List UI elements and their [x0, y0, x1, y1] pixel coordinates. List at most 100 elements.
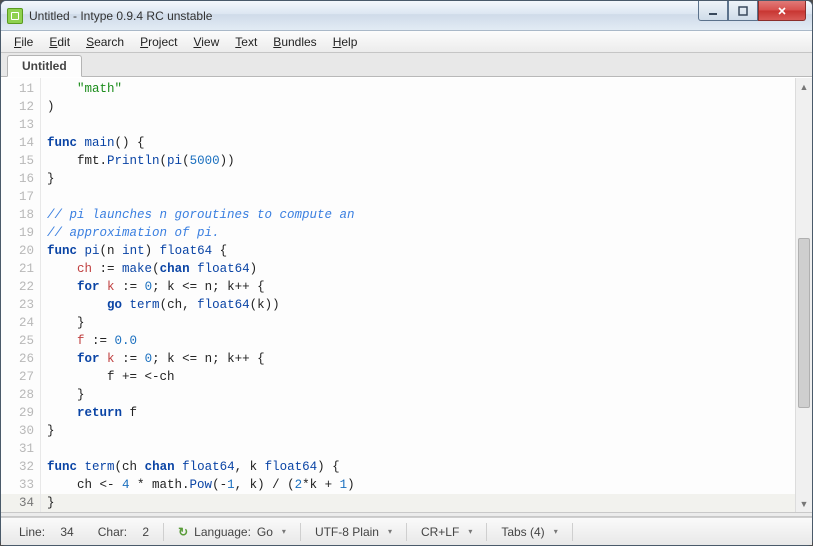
line-number: 34 [1, 494, 40, 512]
status-lang-value: Go [257, 525, 273, 539]
menu-bundles[interactable]: Bundles [266, 33, 323, 51]
app-icon [7, 8, 23, 24]
menu-file[interactable]: File [7, 33, 40, 51]
status-separator [300, 523, 301, 541]
line-number: 27 [1, 368, 34, 386]
code-line[interactable]: } [47, 422, 795, 440]
line-number: 33 [1, 476, 34, 494]
dropdown-icon: ▾ [554, 527, 558, 536]
app-window: Untitled - Intype 0.9.4 RC unstable File… [0, 0, 813, 546]
code-area[interactable]: "math") func main() { fmt.Println(pi(500… [41, 78, 795, 512]
menu-help[interactable]: Help [326, 33, 365, 51]
line-number: 28 [1, 386, 34, 404]
line-number: 21 [1, 260, 34, 278]
line-number: 19 [1, 224, 34, 242]
code-line[interactable]: func main() { [47, 134, 795, 152]
status-encoding[interactable]: UTF-8 Plain ▾ [305, 522, 402, 542]
menu-project[interactable]: Project [133, 33, 184, 51]
code-line[interactable]: fmt.Println(pi(5000)) [47, 152, 795, 170]
code-line[interactable]: for k := 0; k <= n; k++ { [47, 350, 795, 368]
code-line[interactable]: ch := make(chan float64) [47, 260, 795, 278]
line-number: 14 [1, 134, 34, 152]
dropdown-icon: ▾ [468, 527, 472, 536]
code-line[interactable] [47, 440, 795, 458]
code-line[interactable]: ) [47, 98, 795, 116]
code-line[interactable]: } [47, 386, 795, 404]
line-number: 26 [1, 350, 34, 368]
status-line-value: 34 [60, 525, 73, 539]
status-line-label: Line: [19, 525, 45, 539]
code-line[interactable] [47, 116, 795, 134]
statusbar: Line: 34 Char: 2 ↻ Language: Go ▾ UTF-8 … [1, 517, 812, 545]
line-gutter: 1112131415161718192021222324252627282930… [1, 78, 41, 512]
line-number: 11 [1, 80, 34, 98]
status-separator [572, 523, 573, 541]
status-char-label: Char: [98, 525, 127, 539]
code-line[interactable]: // approximation of pi. [47, 224, 795, 242]
status-encoding-value: UTF-8 Plain [315, 525, 379, 539]
line-number: 29 [1, 404, 34, 422]
status-lang-label: Language: [194, 525, 251, 539]
minimize-button[interactable] [698, 1, 728, 21]
reload-icon[interactable]: ↻ [178, 525, 188, 539]
line-number: 24 [1, 314, 34, 332]
status-lineend-value: CR+LF [421, 525, 459, 539]
status-separator [406, 523, 407, 541]
line-number: 13 [1, 116, 34, 134]
code-line[interactable]: f := 0.0 [47, 332, 795, 350]
line-number: 16 [1, 170, 34, 188]
status-indent-value: Tabs (4) [501, 525, 544, 539]
vertical-scrollbar[interactable]: ▲ ▼ [795, 78, 812, 512]
close-button[interactable] [758, 1, 806, 21]
tabstrip: Untitled [1, 53, 812, 77]
line-number: 32 [1, 458, 34, 476]
status-language[interactable]: ↻ Language: Go ▾ [168, 522, 296, 542]
code-line[interactable]: return f [47, 404, 795, 422]
line-number: 18 [1, 206, 34, 224]
code-line[interactable] [47, 188, 795, 206]
status-line: Line: 34 [9, 522, 84, 542]
code-line[interactable]: for k := 0; k <= n; k++ { [47, 278, 795, 296]
status-separator [163, 523, 164, 541]
line-number: 15 [1, 152, 34, 170]
menubar: File Edit Search Project View Text Bundl… [1, 31, 812, 53]
code-line[interactable]: } [47, 314, 795, 332]
scrollbar-thumb[interactable] [798, 238, 810, 408]
menu-search[interactable]: Search [79, 33, 131, 51]
status-char-value: 2 [142, 525, 149, 539]
scroll-up-icon[interactable]: ▲ [796, 78, 812, 95]
menu-text[interactable]: Text [228, 33, 264, 51]
code-line[interactable]: func term(ch chan float64, k float64) { [47, 458, 795, 476]
code-line[interactable]: "math" [47, 80, 795, 98]
code-line[interactable]: } [47, 170, 795, 188]
code-line[interactable]: // pi launches n goroutines to compute a… [47, 206, 795, 224]
code-line[interactable]: go term(ch, float64(k)) [47, 296, 795, 314]
scroll-down-icon[interactable]: ▼ [796, 495, 812, 512]
dropdown-icon: ▾ [388, 527, 392, 536]
tab-untitled[interactable]: Untitled [7, 55, 82, 77]
line-number: 25 [1, 332, 34, 350]
code-line[interactable]: ch <- 4 * math.Pow(-1, k) / (2*k + 1) [47, 476, 795, 494]
status-separator [486, 523, 487, 541]
code-line[interactable]: func pi(n int) float64 { [47, 242, 795, 260]
window-title: Untitled - Intype 0.9.4 RC unstable [29, 9, 212, 23]
line-number: 12 [1, 98, 34, 116]
editor: 1112131415161718192021222324252627282930… [1, 77, 812, 512]
status-lineending[interactable]: CR+LF ▾ [411, 522, 482, 542]
line-number: 30 [1, 422, 34, 440]
status-indent[interactable]: Tabs (4) ▾ [491, 522, 567, 542]
dropdown-icon: ▾ [282, 527, 286, 536]
line-number: 20 [1, 242, 34, 260]
line-number: 23 [1, 296, 34, 314]
code-line[interactable]: } [41, 494, 795, 512]
menu-edit[interactable]: Edit [42, 33, 77, 51]
menu-view[interactable]: View [186, 33, 226, 51]
titlebar[interactable]: Untitled - Intype 0.9.4 RC unstable [1, 1, 812, 31]
code-line[interactable]: f += <-ch [47, 368, 795, 386]
status-char: Char: 2 [88, 522, 159, 542]
line-number: 22 [1, 278, 34, 296]
window-controls [698, 1, 806, 21]
maximize-button[interactable] [728, 1, 758, 21]
line-number: 17 [1, 188, 34, 206]
line-number: 31 [1, 440, 34, 458]
